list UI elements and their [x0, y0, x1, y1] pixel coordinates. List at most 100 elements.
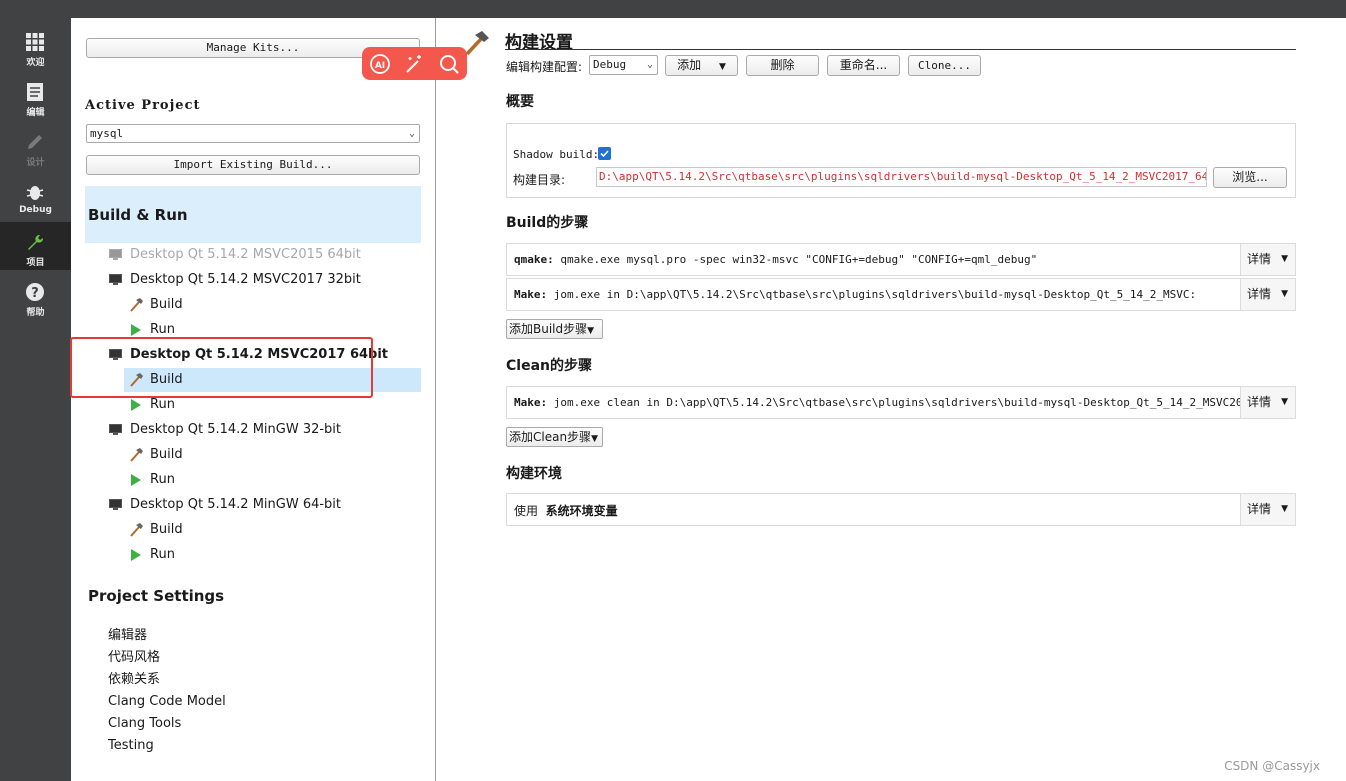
- kit-item[interactable]: Desktop Qt 5.14.2 MinGW 64-bit: [109, 494, 341, 516]
- title-divider: [505, 49, 1296, 50]
- mode-label: 项目: [26, 258, 45, 268]
- mode-label: Debug: [19, 205, 52, 215]
- active-project-heading: Active Project: [85, 98, 201, 113]
- kit-build-item[interactable]: Build: [129, 519, 183, 541]
- build-label: Build: [150, 522, 183, 537]
- rename-config-button[interactable]: 重命名...: [827, 55, 900, 76]
- build-config-select[interactable]: Debug ⌄: [589, 55, 658, 75]
- details-label: 详情: [1247, 252, 1272, 266]
- add-clean-step-label: 添加Clean步骤: [509, 430, 592, 444]
- details-label: 详情: [1247, 287, 1272, 301]
- step-tool: Make:: [514, 288, 548, 301]
- step-tool: qmake:: [514, 253, 554, 266]
- check-icon: [600, 150, 609, 158]
- mode-label: 帮助: [26, 308, 45, 318]
- svg-text:AI: AI: [375, 61, 385, 71]
- project-select[interactable]: mysql ⌄: [86, 124, 420, 143]
- overview-heading: 概要: [506, 94, 534, 110]
- hammer-icon: [130, 297, 143, 312]
- overview-panel: Shadow build: 构建目录: D:\app\QT\5.14.2\Src…: [506, 123, 1296, 198]
- kit-run-item[interactable]: Run: [129, 469, 175, 491]
- watermark: CSDN @Cassyjx: [1224, 759, 1320, 773]
- run-icon: [131, 473, 141, 486]
- browse-button[interactable]: 浏览...: [1213, 167, 1287, 188]
- kit-name: Desktop Qt 5.14.2 MSVC2015 64bit: [130, 247, 361, 262]
- svg-text:?: ?: [31, 286, 39, 301]
- clean-steps-heading: Clean的步骤: [506, 358, 592, 374]
- build-run-heading: Build & Run: [88, 206, 188, 224]
- add-build-step-button[interactable]: 添加Build步骤▼: [506, 319, 603, 339]
- kit-item[interactable]: Desktop Qt 5.14.2 MSVC2017 32bit: [109, 269, 361, 291]
- chevron-down-icon: ⌄: [408, 128, 415, 139]
- run-label: Run: [150, 322, 175, 337]
- build-run-section: Build & Run: [85, 186, 421, 243]
- computer-icon: [109, 499, 122, 510]
- hammer-icon: [465, 31, 489, 56]
- mode-welcome[interactable]: 欢迎: [0, 26, 71, 74]
- run-icon: [131, 398, 141, 411]
- mode-bar: 欢迎 编辑 设计 Debug 项目 ? 帮助: [0, 18, 71, 781]
- step-command: jom.exe in D:\app\QT\5.14.2\Src\qtbase\s…: [547, 288, 1197, 301]
- import-existing-build-button[interactable]: Import Existing Build...: [86, 155, 420, 175]
- mode-label: 编辑: [26, 108, 45, 118]
- kit-item[interactable]: Desktop Qt 5.14.2 MSVC2015 64bit: [109, 244, 361, 266]
- dropdown-arrow-icon: ▼: [718, 62, 726, 72]
- kit-item[interactable]: Desktop Qt 5.14.2 MinGW 32-bit: [109, 419, 341, 441]
- mode-design[interactable]: 设计: [0, 126, 71, 174]
- settings-item-testing[interactable]: Testing: [108, 735, 154, 757]
- settings-item-code-style[interactable]: 代码风格: [108, 647, 160, 669]
- wrench-icon: [28, 234, 44, 250]
- details-button[interactable]: 详情 ▼: [1240, 494, 1295, 525]
- step-command: qmake.exe mysql.pro -spec win32-msvc "CO…: [553, 253, 1038, 266]
- details-button[interactable]: 详情 ▼: [1240, 244, 1295, 275]
- add-config-label: 添加: [677, 58, 702, 72]
- kit-build-item[interactable]: Build: [129, 294, 183, 316]
- ai-icon[interactable]: AI: [369, 53, 391, 75]
- clone-config-button[interactable]: Clone...: [908, 55, 981, 76]
- mode-edit[interactable]: 编辑: [0, 76, 71, 124]
- kit-run-item[interactable]: Run: [129, 544, 175, 566]
- clean-step-make: Make: jom.exe clean in D:\app\QT\5.14.2\…: [506, 386, 1296, 419]
- search-icon[interactable]: [438, 53, 460, 75]
- build-label: Build: [150, 297, 183, 312]
- shadow-build-checkbox[interactable]: [598, 147, 611, 160]
- computer-icon: [109, 274, 122, 285]
- add-config-button[interactable]: 添加 ▼: [665, 55, 738, 76]
- chevron-down-icon: ⌄: [646, 59, 653, 70]
- run-icon: [131, 548, 141, 561]
- run-label: Run: [150, 547, 175, 562]
- settings-item-editor[interactable]: 编辑器: [108, 625, 147, 647]
- build-step-make: Make: jom.exe in D:\app\QT\5.14.2\Src\qt…: [506, 278, 1296, 311]
- build-step-qmake: qmake: qmake.exe mysql.pro -spec win32-m…: [506, 243, 1296, 276]
- step-command: jom.exe clean in D:\app\QT\5.14.2\Src\qt…: [547, 396, 1243, 409]
- kit-build-item[interactable]: Build: [129, 444, 183, 466]
- mode-debug[interactable]: Debug: [0, 176, 71, 224]
- build-dir-input[interactable]: D:\app\QT\5.14.2\Src\qtbase\src\plugins\…: [596, 167, 1207, 187]
- hammer-icon: [130, 522, 143, 537]
- details-label: 详情: [1247, 502, 1272, 516]
- build-steps-heading: Build的步骤: [506, 215, 589, 231]
- project-select-value: mysql: [90, 127, 124, 140]
- settings-item-clang-tools[interactable]: Clang Tools: [108, 713, 181, 735]
- build-env-summary: 使用 系统环境变量: [514, 502, 618, 519]
- mode-help[interactable]: ? 帮助: [0, 276, 71, 324]
- add-build-step-label: 添加Build步骤: [509, 322, 588, 336]
- kit-name: Desktop Qt 5.14.2 MinGW 32-bit: [130, 422, 342, 437]
- run-label: Run: [150, 472, 175, 487]
- mode-projects[interactable]: 项目: [0, 222, 71, 270]
- build-config-value: Debug: [593, 58, 627, 71]
- settings-item-clang-code-model[interactable]: Clang Code Model: [108, 691, 226, 713]
- run-label: Run: [150, 397, 175, 412]
- build-dir-value: D:\app\QT\5.14.2\Src\qtbase\src\plugins\…: [599, 170, 1207, 183]
- mode-label: 设计: [26, 158, 45, 168]
- details-button[interactable]: 详情 ▼: [1240, 387, 1295, 418]
- delete-config-button[interactable]: 删除: [746, 55, 819, 76]
- build-env-row: 使用 系统环境变量 详情 ▼: [506, 493, 1296, 526]
- add-clean-step-button[interactable]: 添加Clean步骤▼: [506, 427, 603, 447]
- details-button[interactable]: 详情 ▼: [1240, 279, 1295, 310]
- build-step-summary: qmake: qmake.exe mysql.pro -spec win32-m…: [514, 253, 1037, 266]
- magic-wand-icon[interactable]: [403, 53, 425, 75]
- top-bar: [0, 0, 1346, 18]
- dropdown-arrow-icon: ▼: [587, 326, 595, 336]
- settings-item-dependencies[interactable]: 依赖关系: [108, 669, 160, 691]
